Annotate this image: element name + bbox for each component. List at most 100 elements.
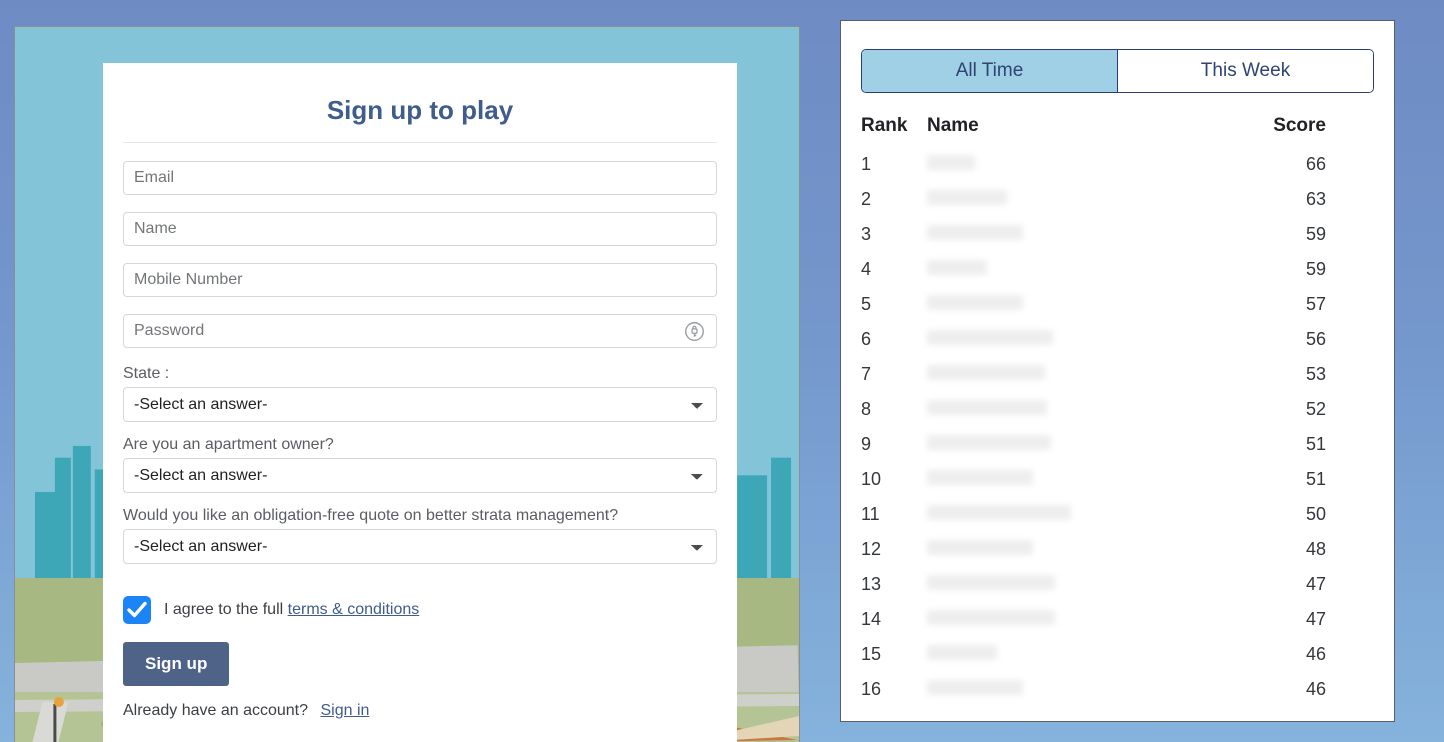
cell-name <box>927 602 1181 637</box>
cell-name <box>927 497 1181 532</box>
redacted-player-name <box>927 155 975 170</box>
sign-in-row: Already have an account? Sign in <box>123 702 717 720</box>
sign-in-link[interactable]: Sign in <box>320 702 369 719</box>
table-row: 9 51 <box>841 427 1394 462</box>
cell-score: 50 <box>1305 504 1326 524</box>
state-select[interactable]: -Select an answer- <box>123 387 717 422</box>
table-row: 14 47 <box>841 602 1394 637</box>
cell-name <box>927 252 1181 287</box>
already-have-account-text: Already have an account? <box>123 702 309 719</box>
cell-rank: 2 <box>861 189 872 209</box>
cell-rank: 3 <box>861 224 872 244</box>
terms-label: I agree to the full terms & conditions <box>164 601 419 619</box>
cell-name <box>927 427 1181 462</box>
cell-name <box>927 532 1181 567</box>
cell-score: 47 <box>1305 574 1326 594</box>
leaderboard-table-head: Rank Name Score <box>841 115 1394 147</box>
cell-score: 51 <box>1305 434 1326 454</box>
redacted-player-name <box>927 575 1055 590</box>
redacted-player-name <box>927 505 1071 520</box>
column-header-score: Score <box>1273 115 1326 136</box>
redacted-player-name <box>927 610 1055 625</box>
strata-quote-question-label: Would you like an obligation-free quote … <box>123 507 619 524</box>
cell-rank: 10 <box>861 469 882 489</box>
redacted-player-name <box>927 260 987 275</box>
table-row: 2 63 <box>841 182 1394 217</box>
cell-rank: 1 <box>861 154 872 174</box>
redacted-player-name <box>927 470 1033 485</box>
table-row: 8 52 <box>841 392 1394 427</box>
cell-rank: 5 <box>861 294 872 314</box>
cell-rank: 12 <box>861 539 882 559</box>
cell-name <box>927 357 1181 392</box>
apartment-owner-question-label: Are you an apartment owner? <box>123 436 334 453</box>
terms-and-conditions-link[interactable]: terms & conditions <box>288 601 420 618</box>
table-row: 13 47 <box>841 567 1394 602</box>
cell-score: 53 <box>1305 364 1326 384</box>
cell-rank: 9 <box>861 434 872 454</box>
leaderboard-tabs: All Time This Week <box>861 49 1374 93</box>
table-row: 6 56 <box>841 322 1394 357</box>
cell-score: 59 <box>1305 259 1326 279</box>
strata-quote-select[interactable]: -Select an answer- <box>123 529 717 564</box>
state-question-label: State : <box>123 365 170 382</box>
cell-name <box>927 287 1181 322</box>
cell-rank: 4 <box>861 259 872 279</box>
password-field-wrapper <box>123 314 717 365</box>
column-header-name: Name <box>927 115 979 136</box>
email-input[interactable] <box>123 161 717 195</box>
terms-agreement-row: I agree to the full terms & conditions <box>123 596 717 624</box>
table-row: 11 50 <box>841 497 1394 532</box>
cell-name <box>927 462 1181 497</box>
cell-rank: 14 <box>861 609 882 629</box>
table-row: 10 51 <box>841 462 1394 497</box>
cell-score: 59 <box>1305 224 1326 244</box>
table-row: 5 57 <box>841 287 1394 322</box>
tab-this-week[interactable]: This Week <box>1118 50 1373 92</box>
column-header-rank: Rank <box>861 115 908 136</box>
terms-checkbox[interactable] <box>123 596 151 624</box>
cell-rank: 7 <box>861 364 872 384</box>
table-row: 15 46 <box>841 637 1394 672</box>
apartment-owner-select[interactable]: -Select an answer- <box>123 458 717 493</box>
cell-name <box>927 672 1181 707</box>
cell-name <box>927 182 1181 217</box>
cell-rank: 6 <box>861 329 872 349</box>
cell-score: 52 <box>1305 399 1326 419</box>
cell-rank: 16 <box>861 679 882 699</box>
table-row: 4 59 <box>841 252 1394 287</box>
redacted-player-name <box>927 330 1053 345</box>
cell-score: 47 <box>1305 609 1326 629</box>
cell-name <box>927 322 1181 357</box>
cell-score: 46 <box>1305 644 1326 664</box>
cell-name <box>927 567 1181 602</box>
name-input[interactable] <box>123 212 717 246</box>
cell-score: 57 <box>1305 294 1326 314</box>
table-row: 3 59 <box>841 217 1394 252</box>
leaderboard-panel: All Time This Week Rank Name Score 1 66 2 6… <box>840 20 1395 722</box>
game-panel: Sign up to play State : -Select an answe… <box>14 26 800 742</box>
cell-rank: 15 <box>861 644 882 664</box>
terms-text: I agree to the full <box>164 601 284 618</box>
cell-name <box>927 147 1181 182</box>
signup-card: Sign up to play State : -Select an answe… <box>103 63 737 742</box>
title-divider <box>123 142 717 143</box>
redacted-player-name <box>927 540 1033 555</box>
table-row: 7 53 <box>841 357 1394 392</box>
tab-all-time[interactable]: All Time <box>862 50 1118 92</box>
cell-rank: 11 <box>861 504 880 524</box>
redacted-player-name <box>927 365 1045 380</box>
password-input[interactable] <box>123 314 717 348</box>
sign-up-button[interactable]: Sign up <box>123 642 230 686</box>
cell-score: 48 <box>1305 539 1326 559</box>
mobile-number-input[interactable] <box>123 263 717 297</box>
table-row: 16 46 <box>841 672 1394 707</box>
redacted-player-name <box>927 225 1023 240</box>
table-row: 1 66 <box>841 147 1394 182</box>
cell-rank: 8 <box>861 399 872 419</box>
cell-name <box>927 392 1181 427</box>
checkmark-icon <box>127 601 147 618</box>
redacted-player-name <box>927 295 1023 310</box>
leaderboard-table: Rank Name Score 1 66 2 63 3 59 4 59 5 57 6 56 7 53 8 52… <box>841 115 1394 707</box>
cell-score: 51 <box>1305 469 1326 489</box>
